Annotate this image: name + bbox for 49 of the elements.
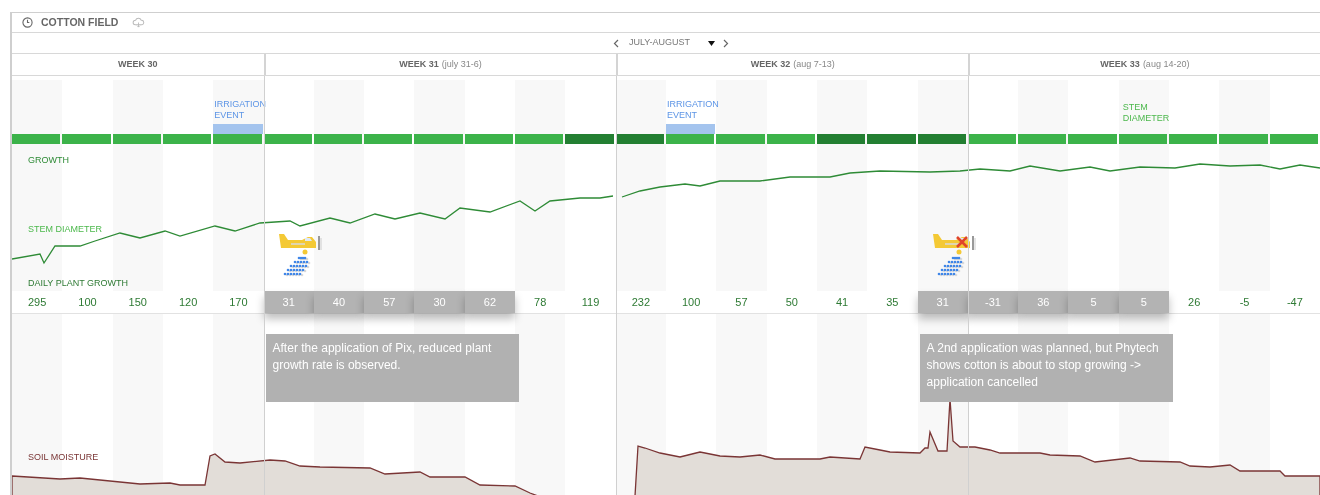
week-date-range: (aug 14-20) <box>1142 57 1190 71</box>
daily-growth-value: 31 <box>263 291 314 313</box>
annotation-note: After the application of Pix, reduced plant growth rate is observed. <box>265 334 519 402</box>
daily-growth-value: 78 <box>533 294 548 310</box>
daily-growth-value: 35 <box>885 294 900 310</box>
daily-growth-value: 150 <box>127 294 148 310</box>
week-date-range: (july 31-6) <box>441 57 482 71</box>
daily-growth-value: 62 <box>464 291 516 313</box>
daily-growth-value: 57 <box>734 294 749 310</box>
week-date-range: (aug 7-13) <box>793 57 835 71</box>
period-label[interactable]: JULY-AUGUST <box>629 36 690 50</box>
daily-growth-value: -5 <box>1238 294 1251 310</box>
stem-diameter-marker-label: STEM DIAMETER <box>1121 102 1167 124</box>
daily-growth-value: 50 <box>784 294 799 310</box>
clock-icon <box>22 17 33 28</box>
daily-growth-value: 119 <box>580 294 601 310</box>
week-label: WEEK 32 <box>750 57 791 71</box>
stem-diameter-label: STEM DIAMETER <box>28 223 102 236</box>
annotation-note: A 2nd application was planned, but Phytech shows cotton is about to stop growing -> application cancelled <box>919 334 1173 402</box>
daily-growth-value: 40 <box>313 291 365 313</box>
week-label: WEEK 30 <box>118 57 158 71</box>
daily-growth-value: -31 <box>967 291 1019 313</box>
daily-growth-value: 5 <box>1118 291 1170 313</box>
daily-growth-value: 30 <box>414 291 465 313</box>
week-label: WEEK 31 <box>399 57 439 71</box>
daily-growth-value: 26 <box>1187 294 1202 310</box>
field-title: COTTON FIELD <box>41 14 119 30</box>
daily-growth-value: 41 <box>834 294 850 310</box>
irrigation-bar <box>213 124 263 134</box>
daily-growth-value: 36 <box>1018 291 1069 313</box>
daily-growth-value: 295 <box>26 294 48 310</box>
irrigation-bar <box>666 124 716 134</box>
daily-growth-value: 31 <box>917 291 968 313</box>
daily-plant-growth-label: DAILY PLANT GROWTH <box>28 277 129 290</box>
cloud-icon <box>132 17 146 28</box>
daily-growth-value: 57 <box>364 291 415 313</box>
daily-growth-value: 100 <box>77 294 98 310</box>
next-chevron-icon[interactable] <box>723 38 729 48</box>
previous-chevron-icon[interactable] <box>613 38 619 48</box>
daily-growth-value: 170 <box>228 294 249 310</box>
daily-growth-value: -47 <box>1285 294 1304 310</box>
week-label: WEEK 33 <box>1100 57 1140 71</box>
dropdown-triangle-icon[interactable] <box>708 40 715 46</box>
growth-label: GROWTH <box>28 154 69 167</box>
daily-growth-value: 100 <box>680 294 702 310</box>
daily-growth-value: 5 <box>1068 291 1119 313</box>
soil-moisture-label: SOIL MOISTURE <box>28 451 99 464</box>
daily-growth-value: 232 <box>630 294 651 310</box>
daily-growth-value: 120 <box>177 294 199 310</box>
